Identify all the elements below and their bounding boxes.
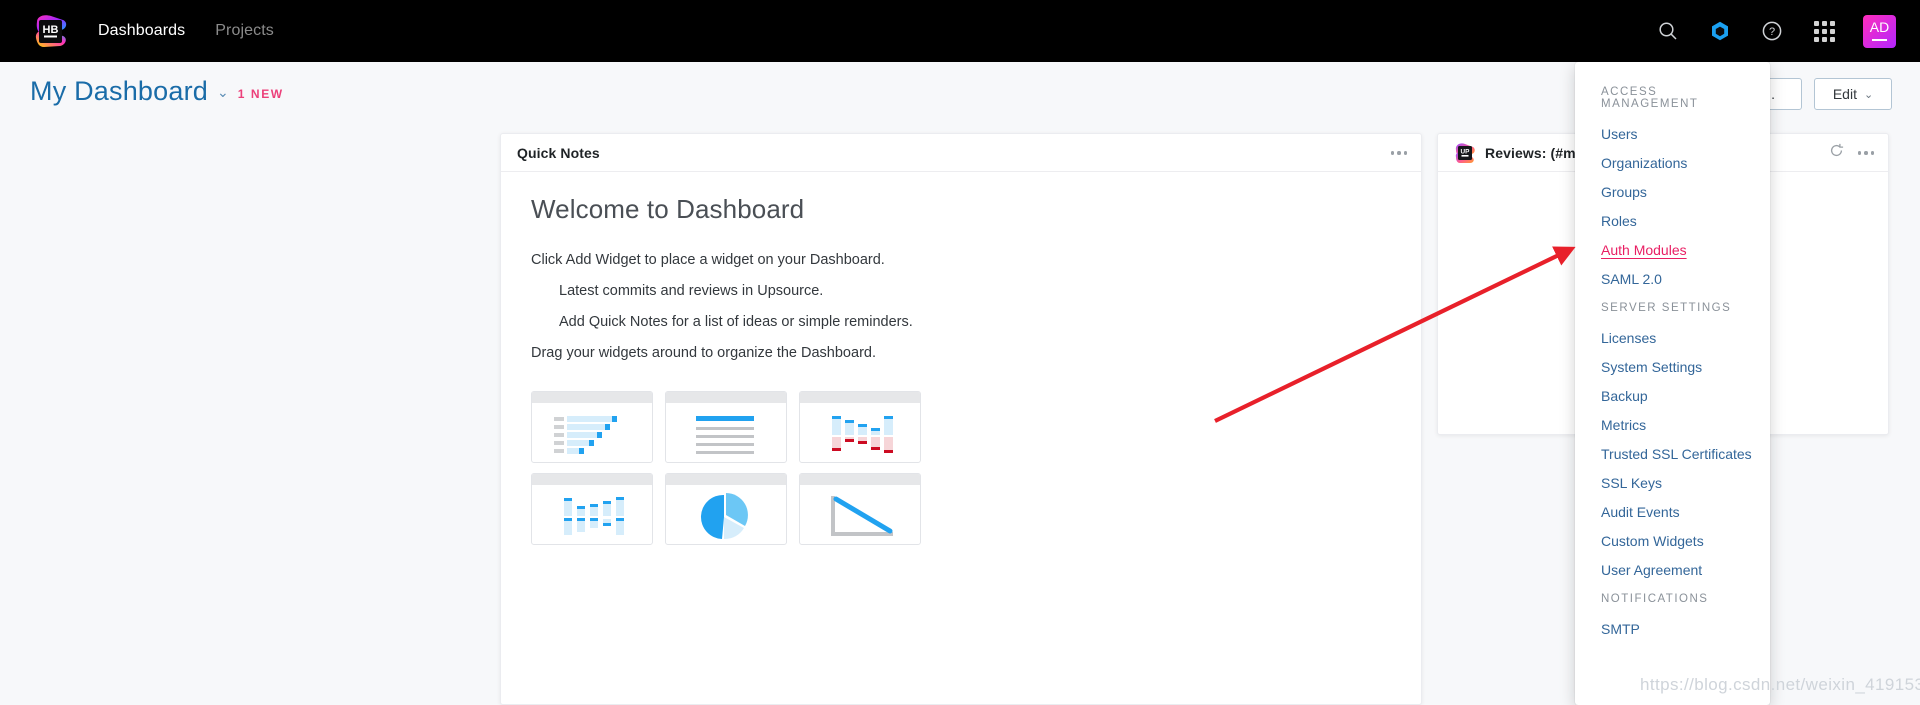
status-badge: 1 NEW: [237, 87, 284, 101]
svg-text:UP: UP: [1461, 148, 1471, 155]
thumbnail-titlebar: [800, 392, 920, 403]
thumbnail-titlebar: [666, 474, 786, 485]
horizontal-bar-list-widget-thumbnail[interactable]: [531, 391, 653, 463]
thumbnail-graphic: [532, 485, 652, 544]
help-icon[interactable]: ?: [1759, 18, 1785, 44]
menu-item-trusted-ssl-certificates[interactable]: Trusted SSL Certificates: [1575, 440, 1770, 469]
menu-item-ssl-keys[interactable]: SSL Keys: [1575, 469, 1770, 498]
menu-item-licenses[interactable]: Licenses: [1575, 324, 1770, 353]
hub-logo-icon[interactable]: HB: [30, 11, 70, 51]
nav-link-projects[interactable]: Projects: [215, 22, 274, 40]
settings-dropdown-menu: Access Management Users Organizations Gr…: [1575, 62, 1770, 705]
reviews-title: Reviews: (#my: [1485, 144, 1584, 161]
widget-thumbnail-grid: [531, 391, 1391, 545]
pie-chart-widget-thumbnail[interactable]: [665, 473, 787, 545]
dashboard-title-group: My Dashboard ⌄ 1 NEW: [30, 76, 284, 107]
thumbnail-graphic: [800, 485, 920, 544]
menu-section-access-management: Access Management: [1601, 86, 1699, 110]
menu-item-audit-events[interactable]: Audit Events: [1575, 498, 1770, 527]
thumbnail-graphic: [666, 403, 786, 462]
text-lines-widget-thumbnail[interactable]: [665, 391, 787, 463]
menu-item-backup[interactable]: Backup: [1575, 382, 1770, 411]
thumbnail-titlebar: [666, 392, 786, 403]
red-blue-bar-widget-thumbnail[interactable]: [799, 391, 921, 463]
quick-notes-tools: [1390, 134, 1407, 172]
line-chart-widget-thumbnail[interactable]: [799, 473, 921, 545]
quick-notes-title: Quick Notes: [517, 144, 600, 161]
menu-item-users[interactable]: Users: [1575, 120, 1770, 149]
menu-item-roles[interactable]: Roles: [1575, 207, 1770, 236]
edit-button-label: Edit: [1832, 86, 1857, 102]
main-nav: Dashboards Projects: [98, 22, 274, 40]
note-line: Add Quick Notes for a list of ideas or s…: [559, 314, 913, 330]
menu-item-auth-modules[interactable]: Auth Modules: [1575, 236, 1770, 265]
more-options-icon[interactable]: [1857, 151, 1874, 155]
menu-item-smtp[interactable]: SMTP: [1575, 615, 1770, 644]
quick-notes-widget: Quick Notes Welcome to Dashboard Click A…: [500, 133, 1422, 705]
nav-link-dashboards[interactable]: Dashboards: [98, 22, 185, 40]
menu-item-metrics[interactable]: Metrics: [1575, 411, 1770, 440]
hexagon-settings-icon[interactable]: [1707, 18, 1733, 44]
quick-notes-header: Quick Notes: [501, 134, 1421, 172]
chevron-down-icon: ⌄: [1863, 88, 1874, 101]
welcome-heading: Welcome to Dashboard: [531, 194, 805, 224]
thumbnail-graphic: [532, 403, 652, 462]
upsource-logo-icon: UP: [1454, 142, 1476, 164]
search-icon[interactable]: [1655, 18, 1681, 44]
watermark-text: https://blog.csdn.net/weixin_41915314: [1640, 675, 1920, 694]
menu-item-saml[interactable]: SAML 2.0: [1575, 265, 1770, 294]
note-line: Click Add Widget to place a widget on yo…: [531, 252, 885, 268]
blue-bar-chart-widget-thumbnail[interactable]: [531, 473, 653, 545]
chevron-down-icon[interactable]: ⌄: [217, 84, 229, 101]
menu-section-notifications: Notifications: [1601, 593, 1709, 605]
menu-item-groups[interactable]: Groups: [1575, 178, 1770, 207]
thumbnail-graphic: [800, 403, 920, 462]
svg-text:HB: HB: [43, 24, 59, 36]
reviews-tools: [1829, 134, 1874, 172]
more-options-icon[interactable]: [1390, 151, 1407, 155]
note-line: Drag your widgets around to organize the…: [531, 345, 876, 361]
refresh-icon[interactable]: [1829, 143, 1844, 163]
menu-item-custom-widgets[interactable]: Custom Widgets: [1575, 527, 1770, 556]
svg-text:?: ?: [1769, 26, 1775, 38]
thumbnail-graphic: [666, 485, 786, 544]
menu-section-server-settings: Server Settings: [1601, 302, 1732, 314]
menu-item-user-agreement[interactable]: User Agreement: [1575, 556, 1770, 585]
top-navbar: HB Dashboards Projects ? AD: [0, 0, 1920, 62]
thumbnail-titlebar: [532, 392, 652, 403]
quick-notes-body: Welcome to Dashboard Click Add Widget to…: [501, 172, 1421, 567]
page-title[interactable]: My Dashboard: [30, 76, 208, 107]
avatar[interactable]: AD: [1863, 14, 1896, 48]
menu-item-organizations[interactable]: Organizations: [1575, 149, 1770, 178]
edit-button[interactable]: Edit ⌄: [1814, 78, 1892, 110]
menu-item-system-settings[interactable]: System Settings: [1575, 353, 1770, 382]
thumbnail-titlebar: [800, 474, 920, 485]
apps-grid-icon[interactable]: [1811, 18, 1837, 44]
note-line: Latest commits and reviews in Upsource.: [559, 283, 824, 299]
navbar-actions: ? AD: [1655, 0, 1896, 62]
thumbnail-titlebar: [532, 474, 652, 485]
